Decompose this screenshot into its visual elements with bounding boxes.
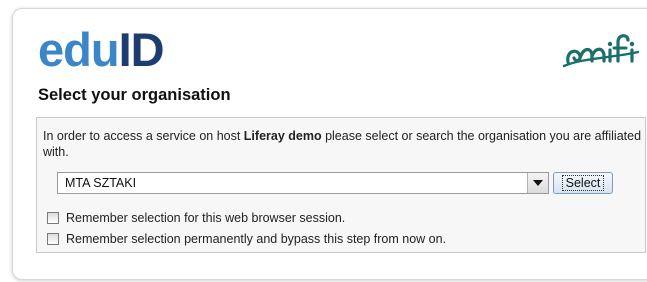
eduid-logo: eduID xyxy=(38,23,165,76)
niif-logo-icon xyxy=(562,34,640,68)
service-host: Liferay demo xyxy=(243,129,322,143)
remember-session-option[interactable]: Remember selection for this web browser … xyxy=(47,211,345,225)
remember-session-checkbox[interactable] xyxy=(47,212,59,224)
remember-permanent-label: Remember selection permanently and bypas… xyxy=(66,232,447,246)
page-title: Select your organisation xyxy=(38,86,231,104)
remember-permanent-option[interactable]: Remember selection permanently and bypas… xyxy=(47,232,446,246)
logo-id-text: ID xyxy=(118,23,165,76)
select-button-label: Select xyxy=(561,175,605,191)
logo-edu-text: edu xyxy=(38,23,120,76)
organisation-select[interactable]: MTA SZTAKI xyxy=(57,172,549,194)
remember-permanent-checkbox[interactable] xyxy=(47,233,59,245)
select-button[interactable]: Select xyxy=(553,172,613,194)
instruction-prefix: In order to access a service on host xyxy=(43,129,244,143)
chevron-down-glyph xyxy=(533,180,543,186)
chevron-down-icon[interactable] xyxy=(527,173,548,193)
remember-session-label: Remember selection for this web browser … xyxy=(66,211,346,225)
instruction-text: In order to access a service on host Lif… xyxy=(43,128,643,160)
organisation-select-value: MTA SZTAKI xyxy=(65,176,137,190)
